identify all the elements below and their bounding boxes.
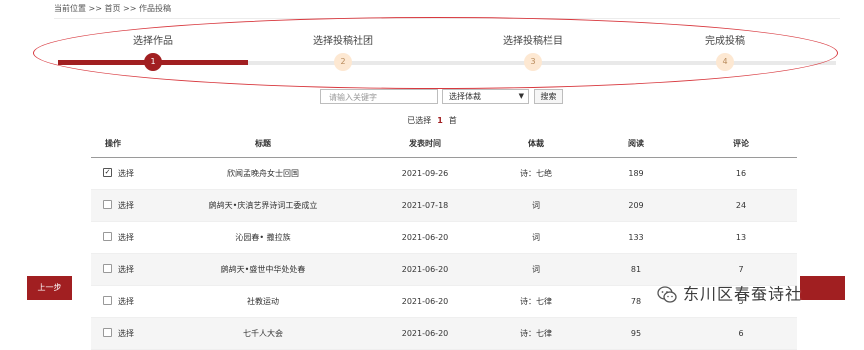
header-date: 发表时间	[409, 139, 441, 148]
comment-count: 6	[738, 329, 744, 338]
publish-date: 2021-09-26	[401, 169, 449, 178]
select-cell[interactable]: 选择	[103, 222, 143, 253]
work-title: 沁园春• 撒拉族	[235, 233, 291, 242]
prev-step-button[interactable]: 上一步	[27, 276, 72, 300]
header-title: 标题	[255, 139, 271, 148]
selected-number: 1	[437, 116, 443, 125]
step-progress: 选择作品 选择投稿社团 选择投稿栏目 完成投稿 1 2 3 4	[0, 0, 864, 100]
table-row: 选择 鹧鸪天•盛世中华处处春 2021-06-20 词 81 7	[91, 254, 797, 286]
checkbox-checked[interactable]: ✓	[103, 168, 112, 177]
select-label[interactable]: 选择	[118, 329, 134, 338]
work-title: 欣闻孟晚舟女士回国	[227, 169, 299, 178]
selected-suffix: 首	[448, 116, 457, 125]
select-cell[interactable]: 选择	[103, 254, 143, 285]
checkbox[interactable]	[103, 232, 112, 241]
table-header: 操作 标题 发表时间 体裁 阅读 评论	[91, 131, 797, 158]
comment-count: 16	[735, 169, 747, 178]
work-genre: 词	[532, 233, 540, 242]
read-count: 81	[630, 265, 642, 274]
read-count: 209	[628, 201, 644, 210]
genre-select[interactable]: 选择体裁 ▼	[442, 89, 529, 104]
work-title: 鹧鸪天•庆滇艺界诗词工委成立	[208, 201, 318, 210]
checkbox[interactable]	[103, 296, 112, 305]
read-count: 95	[630, 329, 642, 338]
select-cell[interactable]: 选择	[103, 190, 143, 221]
work-genre: 诗：七律	[520, 297, 552, 306]
comment-count: 24	[735, 201, 747, 210]
publish-date: 2021-06-20	[401, 297, 449, 306]
table-row: 选择 七千人大会 2021-06-20 诗：七律 95 6	[91, 318, 797, 350]
comment-count: 7	[738, 265, 744, 274]
select-cell[interactable]: 选择	[103, 286, 143, 317]
header-action: 操作	[105, 139, 121, 148]
read-count: 133	[628, 233, 644, 242]
header-genre: 体裁	[528, 139, 544, 148]
select-label[interactable]: 选择	[118, 297, 134, 306]
header-reads: 阅读	[628, 139, 644, 148]
checkbox[interactable]	[103, 200, 112, 209]
table-row: 选择 沁园春• 撒拉族 2021-06-20 词 133 13	[91, 222, 797, 254]
select-cell[interactable]: ✓ 选择	[103, 158, 143, 189]
checkbox[interactable]	[103, 328, 112, 337]
select-label[interactable]: 选择	[118, 169, 134, 178]
select-label[interactable]: 选择	[118, 233, 134, 242]
genre-select-value: 选择体裁	[449, 92, 481, 101]
works-table: 操作 标题 发表时间 体裁 阅读 评论 ✓ 选择 欣闻孟晚舟女士回国 2021-09-…	[91, 131, 797, 350]
select-label[interactable]: 选择	[118, 265, 134, 274]
publish-date: 2021-06-20	[401, 233, 449, 242]
work-title: 社教运动	[247, 297, 279, 306]
selected-count: 已选择 1 首	[0, 115, 864, 126]
selected-prefix: 已选择	[407, 116, 432, 125]
search-input[interactable]: 请输入关键字	[320, 89, 438, 104]
select-cell[interactable]: 选择	[103, 318, 143, 349]
watermark: 东川区春蚕诗社	[657, 283, 802, 305]
watermark-text: 东川区春蚕诗社	[683, 284, 803, 304]
header-comments: 评论	[733, 139, 749, 148]
work-title: 鹧鸪天•盛世中华处处春	[220, 265, 306, 274]
checkbox[interactable]	[103, 264, 112, 273]
comment-count: 13	[735, 233, 747, 242]
work-title: 七千人大会	[243, 329, 283, 338]
read-count: 189	[628, 169, 644, 178]
select-label[interactable]: 选择	[118, 201, 134, 210]
work-genre: 词	[532, 265, 540, 274]
table-row: 选择 鹧鸪天•庆滇艺界诗词工委成立 2021-07-18 词 209 24	[91, 190, 797, 222]
publish-date: 2021-06-20	[401, 329, 449, 338]
work-genre: 词	[532, 201, 540, 210]
chevron-down-icon: ▼	[518, 92, 524, 100]
publish-date: 2021-07-18	[401, 201, 449, 210]
search-button[interactable]: 搜索	[534, 89, 563, 104]
publish-date: 2021-06-20	[401, 265, 449, 274]
work-genre: 诗：七律	[520, 329, 552, 338]
next-step-button[interactable]	[800, 276, 845, 300]
table-row: ✓ 选择 欣闻孟晚舟女士回国 2021-09-26 诗：七绝 189 16	[91, 158, 797, 190]
work-genre: 诗：七绝	[520, 169, 552, 178]
annotation-ellipse	[33, 17, 838, 89]
wechat-icon	[657, 285, 677, 303]
